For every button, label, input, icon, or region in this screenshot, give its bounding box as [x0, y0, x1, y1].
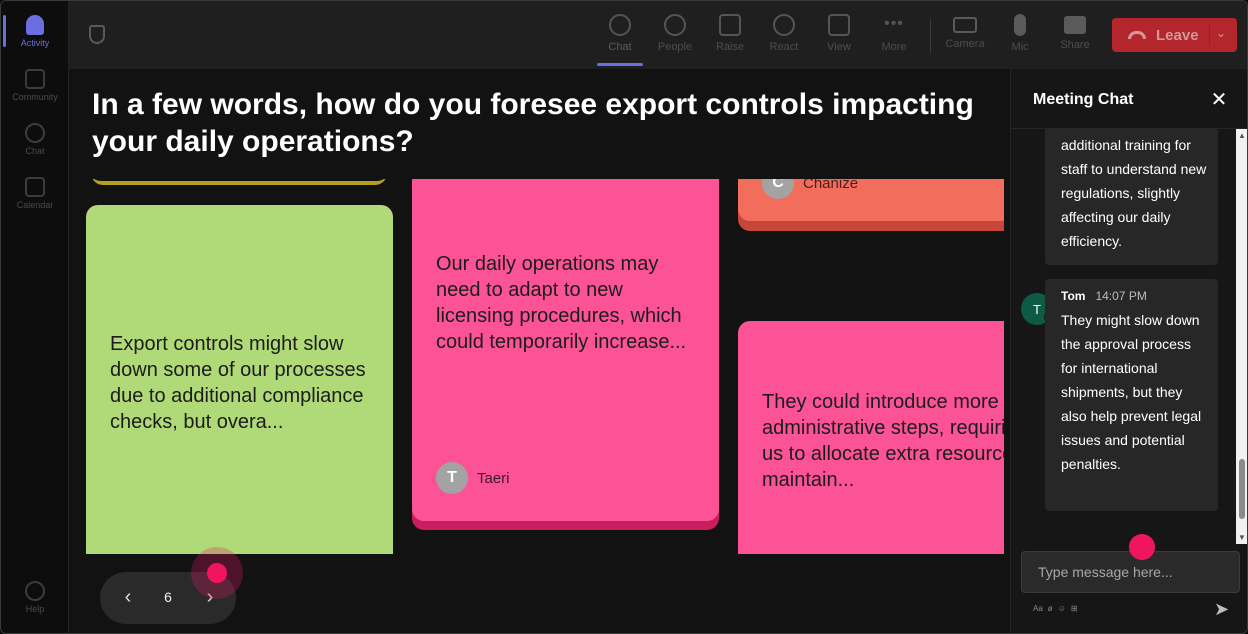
raise-hand-button[interactable]: Raise — [705, 11, 755, 61]
more-button-label: More — [881, 41, 907, 53]
react-button-label: React — [769, 41, 799, 53]
sticky-note[interactable]: C Chanize — [738, 179, 1004, 221]
mic-button-label: Mic — [1011, 41, 1029, 53]
sticky-note-text: Our daily operations may need to adapt t… — [436, 253, 687, 353]
chat-messages: additional training for staff to underst… — [1011, 129, 1247, 544]
sticky-note-text: Export controls might slow down some of … — [110, 333, 366, 433]
message-composer — [1021, 551, 1241, 593]
leave-button-label: Leave — [1156, 26, 1199, 44]
sticky-note[interactable]: Export controls might slow down some of … — [86, 205, 393, 554]
raise-button-label: Raise — [715, 41, 745, 53]
camera-off-icon — [953, 17, 977, 33]
avatar: T — [436, 462, 468, 494]
view-button-label: View — [827, 41, 851, 53]
toolbar-divider — [930, 19, 931, 53]
meeting-toolbar: Chat People Raise React View ••• More Ca… — [69, 1, 1247, 69]
chat-button[interactable]: Chat — [595, 11, 645, 61]
note-author: T Taeri — [436, 462, 510, 494]
sticky-note[interactable]: They could introduce more administrative… — [738, 321, 1004, 554]
hand-icon — [719, 14, 741, 36]
hang-up-icon — [1128, 31, 1146, 39]
people-icon — [664, 14, 686, 36]
attach-icon[interactable]: ø — [1048, 604, 1053, 613]
cursor-indicator — [1129, 534, 1155, 560]
message-input[interactable] — [1022, 552, 1241, 592]
rail-item-community[interactable]: Community — [1, 59, 69, 111]
chat-header: Meeting Chat ✕ — [1011, 69, 1247, 129]
grid-icon — [828, 14, 850, 36]
chat-active-indicator — [597, 63, 643, 66]
chat-title: Meeting Chat — [1033, 91, 1134, 108]
cursor-indicator — [207, 563, 227, 583]
scroll-thumb[interactable] — [1239, 459, 1245, 519]
chevron-down-icon[interactable]: ⌄ — [1216, 26, 1226, 40]
meeting-chat-panel: Meeting Chat ✕ additional training for s… — [1010, 69, 1247, 633]
message-author: Tom — [1061, 289, 1086, 303]
smiley-icon — [773, 14, 795, 36]
avatar: C — [762, 179, 794, 199]
gif-icon[interactable]: ⊞ — [1071, 604, 1078, 613]
shield-icon[interactable] — [89, 25, 105, 44]
sticky-note-edge-mask — [89, 179, 389, 181]
camera-button-label: Camera — [945, 38, 985, 50]
share-icon — [1064, 16, 1086, 34]
rail-item-label: Help — [25, 603, 45, 614]
left-rail: Activity Community Chat Calendar Help — [1, 1, 69, 633]
chat-icon — [25, 122, 45, 143]
message-time: 14:07 PM — [1095, 289, 1147, 303]
sticky-note[interactable]: Our daily operations may need to adapt t… — [412, 179, 719, 521]
chat-button-label: Chat — [608, 41, 632, 53]
scroll-up-icon[interactable]: ▲ — [1238, 131, 1246, 140]
mic-icon — [1014, 14, 1026, 36]
help-icon — [25, 580, 45, 601]
emoji-icon[interactable]: ☺ — [1058, 604, 1066, 613]
composer-tools: Aa ø ☺ ⊞ — [1033, 604, 1078, 613]
app-window: Activity Community Chat Calendar Help Ch… — [0, 0, 1248, 634]
leave-button[interactable]: Leave ⌄ — [1112, 18, 1237, 52]
chat-icon — [609, 14, 631, 36]
view-button[interactable]: View — [814, 11, 864, 61]
share-button-label: Share — [1060, 39, 1090, 51]
mic-button[interactable]: Mic — [995, 11, 1045, 61]
react-button[interactable]: React — [759, 11, 809, 61]
rail-item-label: Chat — [25, 145, 45, 156]
rail-item-chat[interactable]: Chat — [1, 113, 69, 165]
camera-button[interactable]: Camera — [940, 11, 990, 61]
rail-item-label: Community — [12, 91, 58, 102]
main-stage: In a few words, how do you foresee expor… — [69, 69, 1010, 633]
leave-divider — [1209, 24, 1210, 46]
format-icon[interactable]: Aa — [1033, 604, 1043, 613]
community-icon — [25, 68, 45, 89]
scroll-down-icon[interactable]: ▼ — [1238, 533, 1246, 542]
rail-item-activity[interactable]: Activity — [1, 5, 69, 57]
close-icon[interactable]: ✕ — [1209, 87, 1229, 112]
chevron-left-icon[interactable]: ‹ — [118, 587, 138, 608]
rail-item-help[interactable]: Help — [1, 571, 69, 623]
rail-item-label: Calendar — [16, 199, 54, 210]
more-button[interactable]: ••• More — [869, 11, 919, 61]
message-meta: Tom 14:07 PM — [1061, 289, 1147, 303]
bell-icon — [26, 14, 44, 35]
rail-item-calendar[interactable]: Calendar — [1, 167, 69, 219]
more-icon: ••• — [884, 15, 904, 32]
message-text: additional training for staff to underst… — [1061, 137, 1207, 249]
rail-item-label: Activity — [20, 37, 50, 48]
share-button[interactable]: Share — [1050, 11, 1100, 61]
note-author: C Chanize — [762, 179, 858, 199]
chat-scrollbar[interactable]: ▲ ▼ — [1236, 129, 1247, 544]
page-number: 6 — [164, 589, 172, 605]
author-name: Taeri — [477, 469, 510, 487]
chat-message: additional training for staff to underst… — [1045, 129, 1218, 265]
calendar-icon — [25, 176, 45, 197]
people-button-label: People — [657, 41, 693, 53]
question-title: In a few words, how do you foresee expor… — [92, 88, 974, 158]
sticky-note-text: They could introduce more administrative… — [762, 391, 1004, 491]
sticky-notes-board: Export controls might slow down some of … — [69, 179, 1004, 554]
author-name: Chanize — [803, 179, 859, 192]
people-button[interactable]: People — [650, 11, 700, 61]
chat-message: Tom 14:07 PM They might slow down the app… — [1045, 279, 1218, 511]
message-text: They might slow down the approval proces… — [1061, 312, 1202, 472]
send-icon[interactable]: ➤ — [1214, 599, 1229, 620]
